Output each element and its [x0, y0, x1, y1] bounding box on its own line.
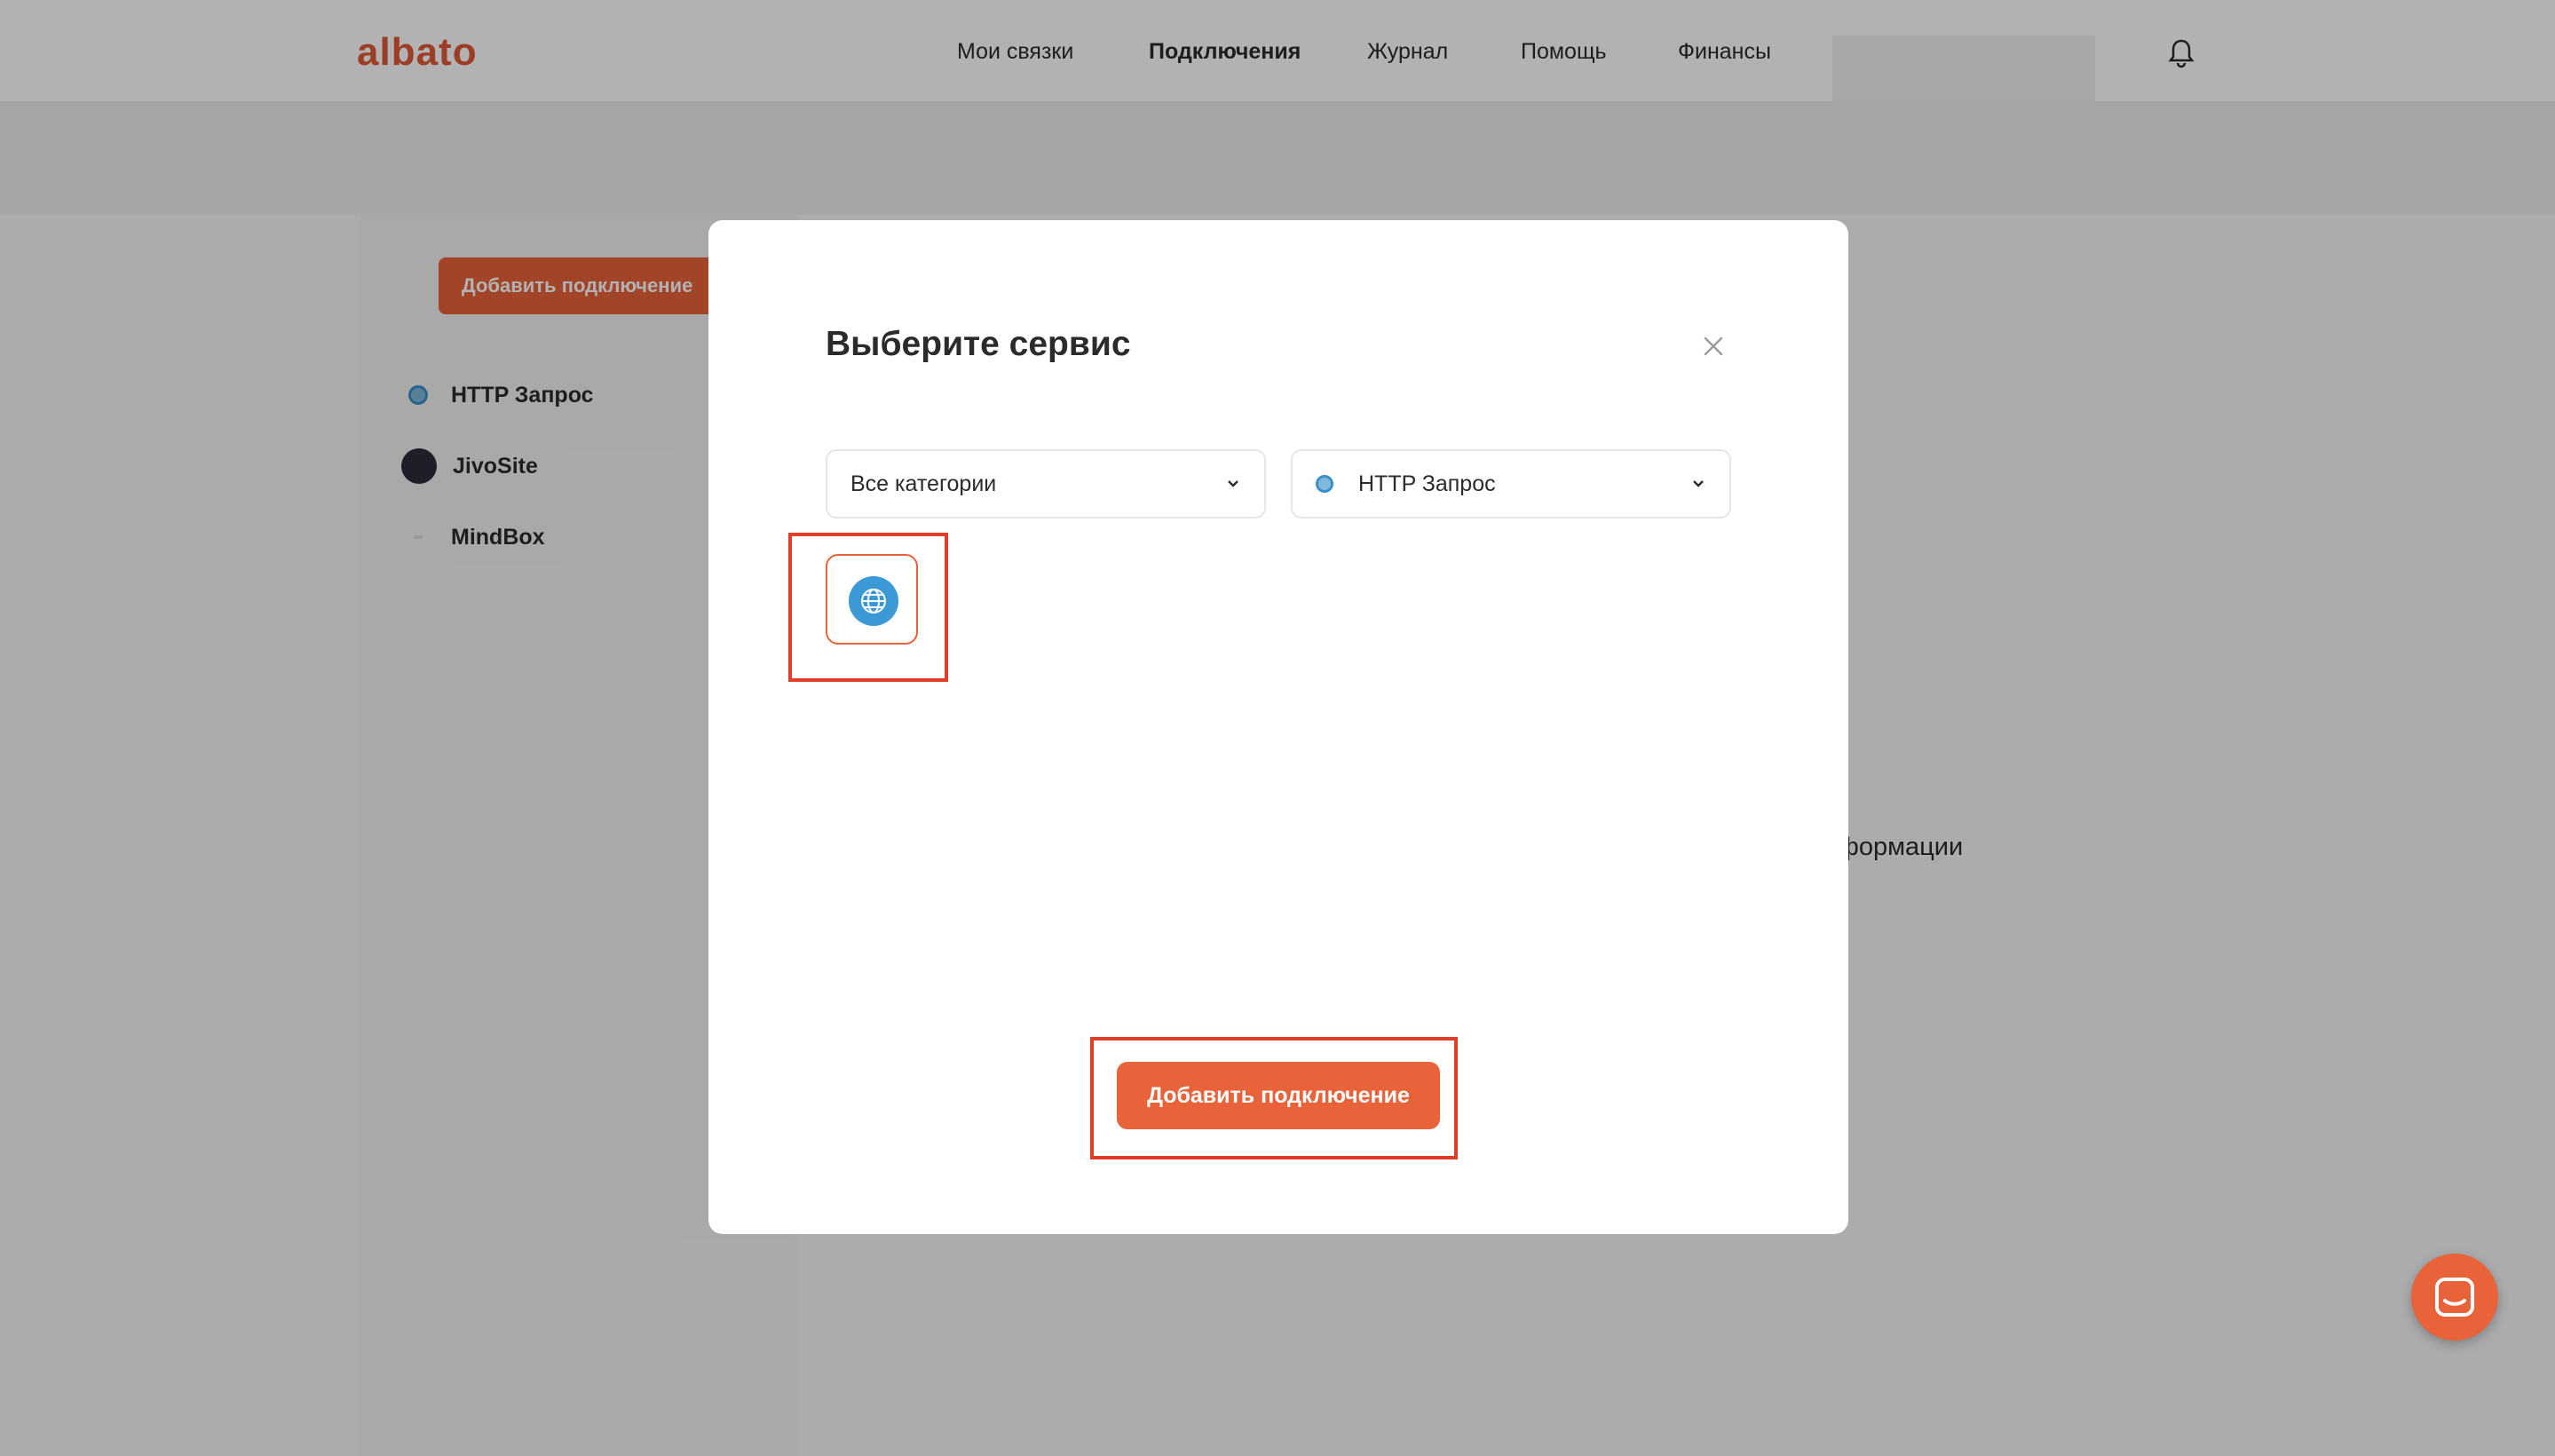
- support-chat-button[interactable]: [2411, 1254, 2498, 1341]
- service-select[interactable]: HTTP Запрос: [1291, 449, 1731, 518]
- add-connection-button[interactable]: Добавить подключение: [1117, 1062, 1440, 1129]
- modal-title: Выберите сервис: [826, 325, 1131, 363]
- service-select-value: HTTP Запрос: [1358, 471, 1496, 496]
- category-select-value: Все категории: [850, 471, 997, 496]
- chevron-down-icon: [1228, 480, 1238, 487]
- globe-dot-icon: [1316, 475, 1333, 493]
- category-select[interactable]: Все категории: [826, 449, 1266, 518]
- chat-icon: [2435, 1278, 2474, 1317]
- service-tile-http-request[interactable]: [826, 554, 918, 645]
- select-service-modal: Выберите сервис Все категории HTTP Запро…: [708, 220, 1848, 1234]
- globe-lines-icon: [861, 589, 886, 613]
- chevron-down-icon: [1693, 480, 1704, 487]
- close-icon[interactable]: [1701, 334, 1726, 359]
